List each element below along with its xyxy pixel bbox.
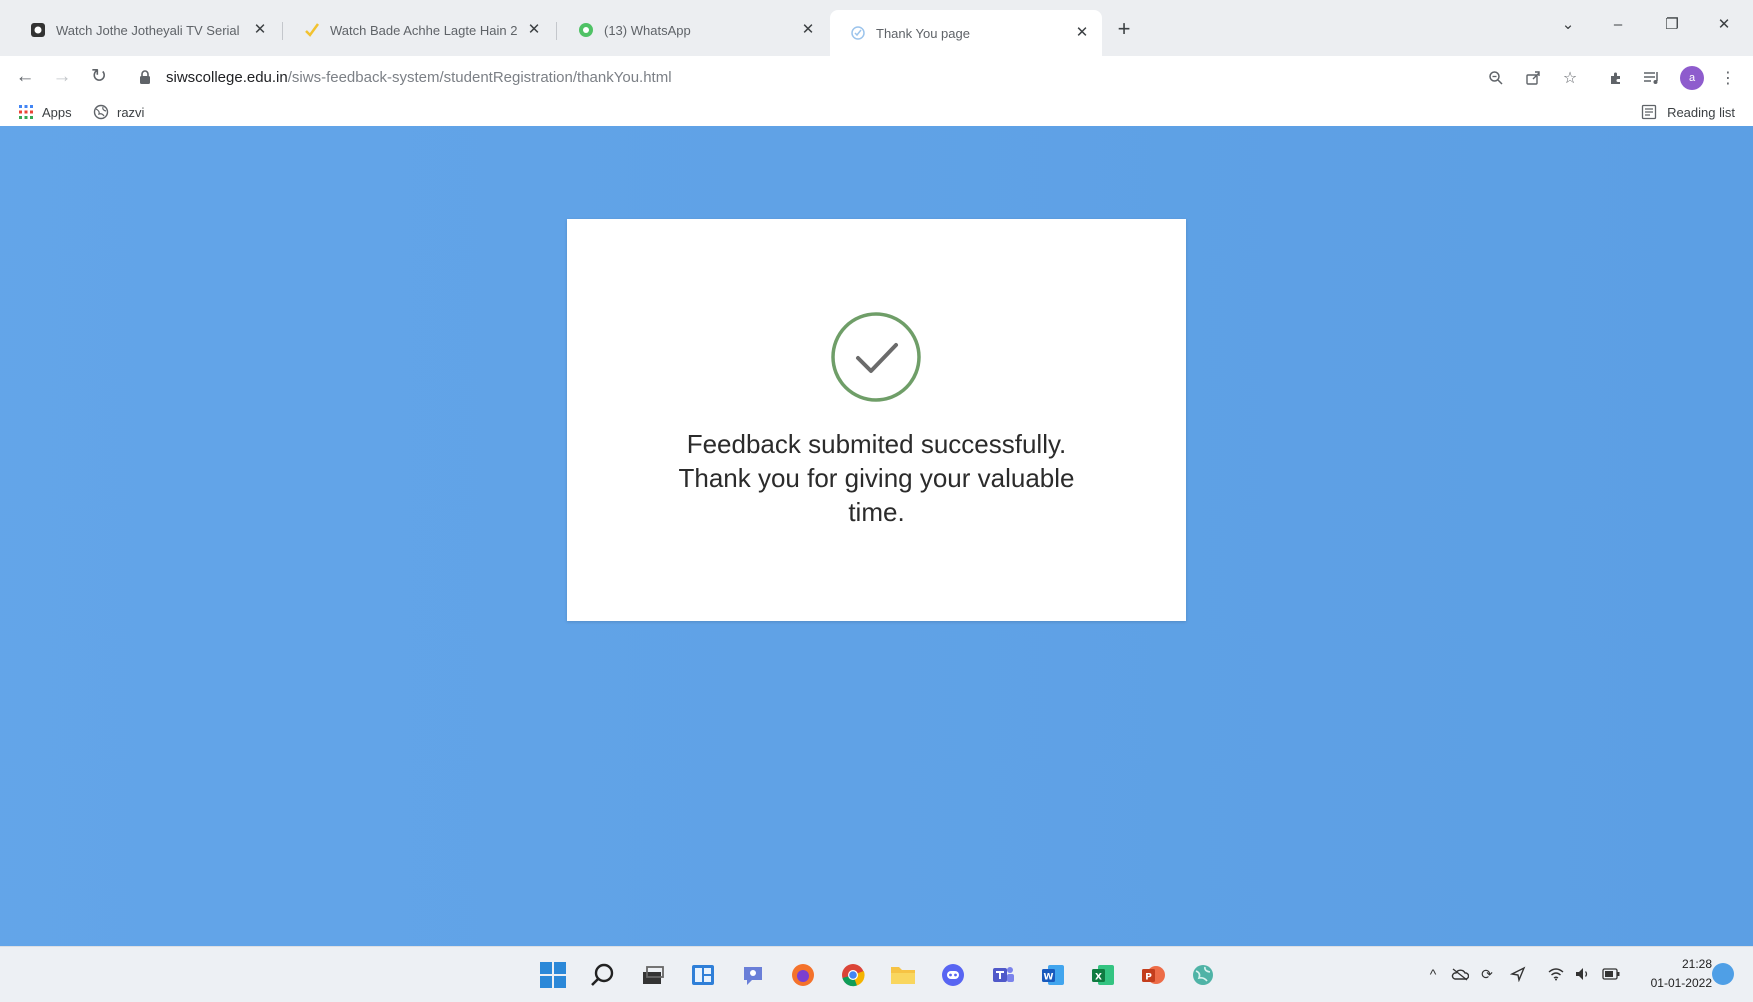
bookmark-label: Apps <box>42 104 72 120</box>
bookmark-razvi[interactable]: razvi <box>93 102 144 122</box>
clock-date: 01-01-2022 <box>1650 976 1712 990</box>
windows-start-icon[interactable] <box>537 959 569 991</box>
url-host: siwscollege.edu.in <box>166 68 288 86</box>
url-path: /siws-feedback-system/studentRegistratio… <box>287 68 672 86</box>
notification-center-icon[interactable] <box>1712 963 1734 985</box>
check-circle-icon <box>831 312 921 402</box>
tab-title: (13) WhatsApp <box>604 22 691 38</box>
tab-title: Watch Bade Achhe Lagte Hain 2 <box>330 22 518 38</box>
whatsapp-icon <box>578 22 594 38</box>
lock-icon[interactable] <box>138 70 152 84</box>
close-tab-icon[interactable]: ✕ <box>798 20 818 40</box>
extensions-icon[interactable] <box>1604 66 1628 90</box>
bookmarks-bar: Apps razvi Reading list <box>0 98 1753 126</box>
file-explorer-icon[interactable] <box>887 959 919 991</box>
volume-icon[interactable] <box>1572 963 1594 985</box>
widgets-icon[interactable] <box>687 959 719 991</box>
tab-separator <box>556 22 557 40</box>
bookmark-star-icon[interactable]: ☆ <box>1558 66 1582 90</box>
tab-separator <box>282 22 283 40</box>
tab-strip: Watch Jothe Jotheyali TV Serial ✕ Watch … <box>0 0 1753 56</box>
checkmark-logo-icon <box>304 22 320 38</box>
new-tab-button[interactable]: + <box>1110 16 1138 44</box>
svg-text:X: X <box>1095 973 1102 983</box>
tab-whatsapp[interactable]: (13) WhatsApp ✕ <box>558 12 828 48</box>
profile-avatar[interactable]: a <box>1680 66 1704 90</box>
bookmark-label: razvi <box>117 104 145 120</box>
task-view-icon[interactable] <box>637 959 669 991</box>
close-tab-icon[interactable]: ✕ <box>524 20 544 40</box>
svg-text:W: W <box>1044 973 1054 983</box>
chat-icon[interactable] <box>737 959 769 991</box>
sync-icon[interactable]: ⟳ <box>1476 963 1498 985</box>
vpn-globe-icon[interactable] <box>1187 959 1219 991</box>
success-message-line: Feedback submited successfully. <box>686 429 1067 459</box>
menu-kebab-icon[interactable]: ⋮ <box>1716 66 1740 90</box>
media-control-icon[interactable] <box>1640 66 1664 90</box>
success-message-line: Thank you for giving your valuable <box>678 463 1075 493</box>
globe-icon <box>93 104 109 120</box>
page-viewport: Feedback submited successfully. Thank yo… <box>0 126 1753 946</box>
onedrive-icon[interactable] <box>1449 963 1471 985</box>
svg-text:P: P <box>1145 973 1152 983</box>
browser-toolbar: ← → ↻ siwscollege.edu.in/siws-feedback-s… <box>0 56 1753 98</box>
restore-button[interactable]: ❐ <box>1654 12 1690 38</box>
powerpoint-icon[interactable]: P <box>1137 959 1169 991</box>
zoom-icon[interactable] <box>1484 66 1508 90</box>
search-icon[interactable] <box>587 959 619 991</box>
tab-thank-you[interactable]: Thank You page ✕ <box>830 10 1102 56</box>
page-icon <box>850 25 866 41</box>
location-icon[interactable] <box>1507 963 1529 985</box>
firefox-icon[interactable] <box>787 959 819 991</box>
word-icon[interactable]: W <box>1037 959 1069 991</box>
show-hidden-icons-chevron-icon[interactable]: ^ <box>1422 963 1444 985</box>
tab-bade-achhe[interactable]: Watch Bade Achhe Lagte Hain 2 ✕ <box>284 12 554 48</box>
apps-grid-icon <box>18 104 34 120</box>
forward-button[interactable]: → <box>47 62 77 92</box>
confirmation-card: Feedback submited successfully. Thank yo… <box>567 219 1186 621</box>
tab-title: Watch Jothe Jotheyali TV Serial <box>56 22 240 38</box>
success-message: Feedback submited successfully. Thank yo… <box>627 427 1126 529</box>
reading-list-label: Reading list <box>1667 104 1735 120</box>
system-clock[interactable]: 21:28 01-01-2022 <box>1632 955 1712 993</box>
minimize-button[interactable]: – <box>1600 12 1636 38</box>
hotstar-icon <box>30 22 46 38</box>
windows-taskbar: W X P ^ ⟳ 21:28 01-01-2022 <box>0 946 1753 1002</box>
teams-icon[interactable] <box>987 959 1019 991</box>
address-bar[interactable]: siwscollege.edu.in/siws-feedback-system/… <box>128 60 1468 94</box>
tab-hotstar[interactable]: Watch Jothe Jotheyali TV Serial ✕ <box>10 12 280 48</box>
bookmark-apps[interactable]: Apps <box>18 102 72 122</box>
close-window-button[interactable]: ✕ <box>1706 12 1742 38</box>
clock-time: 21:28 <box>1681 957 1712 971</box>
reading-list-icon <box>1641 104 1657 120</box>
excel-icon[interactable]: X <box>1087 959 1119 991</box>
tab-title: Thank You page <box>876 25 970 41</box>
wifi-icon[interactable] <box>1545 963 1567 985</box>
battery-icon[interactable] <box>1600 963 1622 985</box>
back-button[interactable]: ← <box>10 62 40 92</box>
discord-icon[interactable] <box>937 959 969 991</box>
reload-button[interactable]: ↻ <box>84 62 114 92</box>
share-icon[interactable] <box>1521 66 1545 90</box>
close-tab-icon[interactable]: ✕ <box>1072 23 1092 43</box>
close-tab-icon[interactable]: ✕ <box>250 20 270 40</box>
success-message-line: time. <box>848 497 905 527</box>
tab-search-icon[interactable]: ⌄ <box>1550 12 1586 38</box>
reading-list-button[interactable]: Reading list <box>1641 102 1735 122</box>
chrome-icon[interactable] <box>837 959 869 991</box>
